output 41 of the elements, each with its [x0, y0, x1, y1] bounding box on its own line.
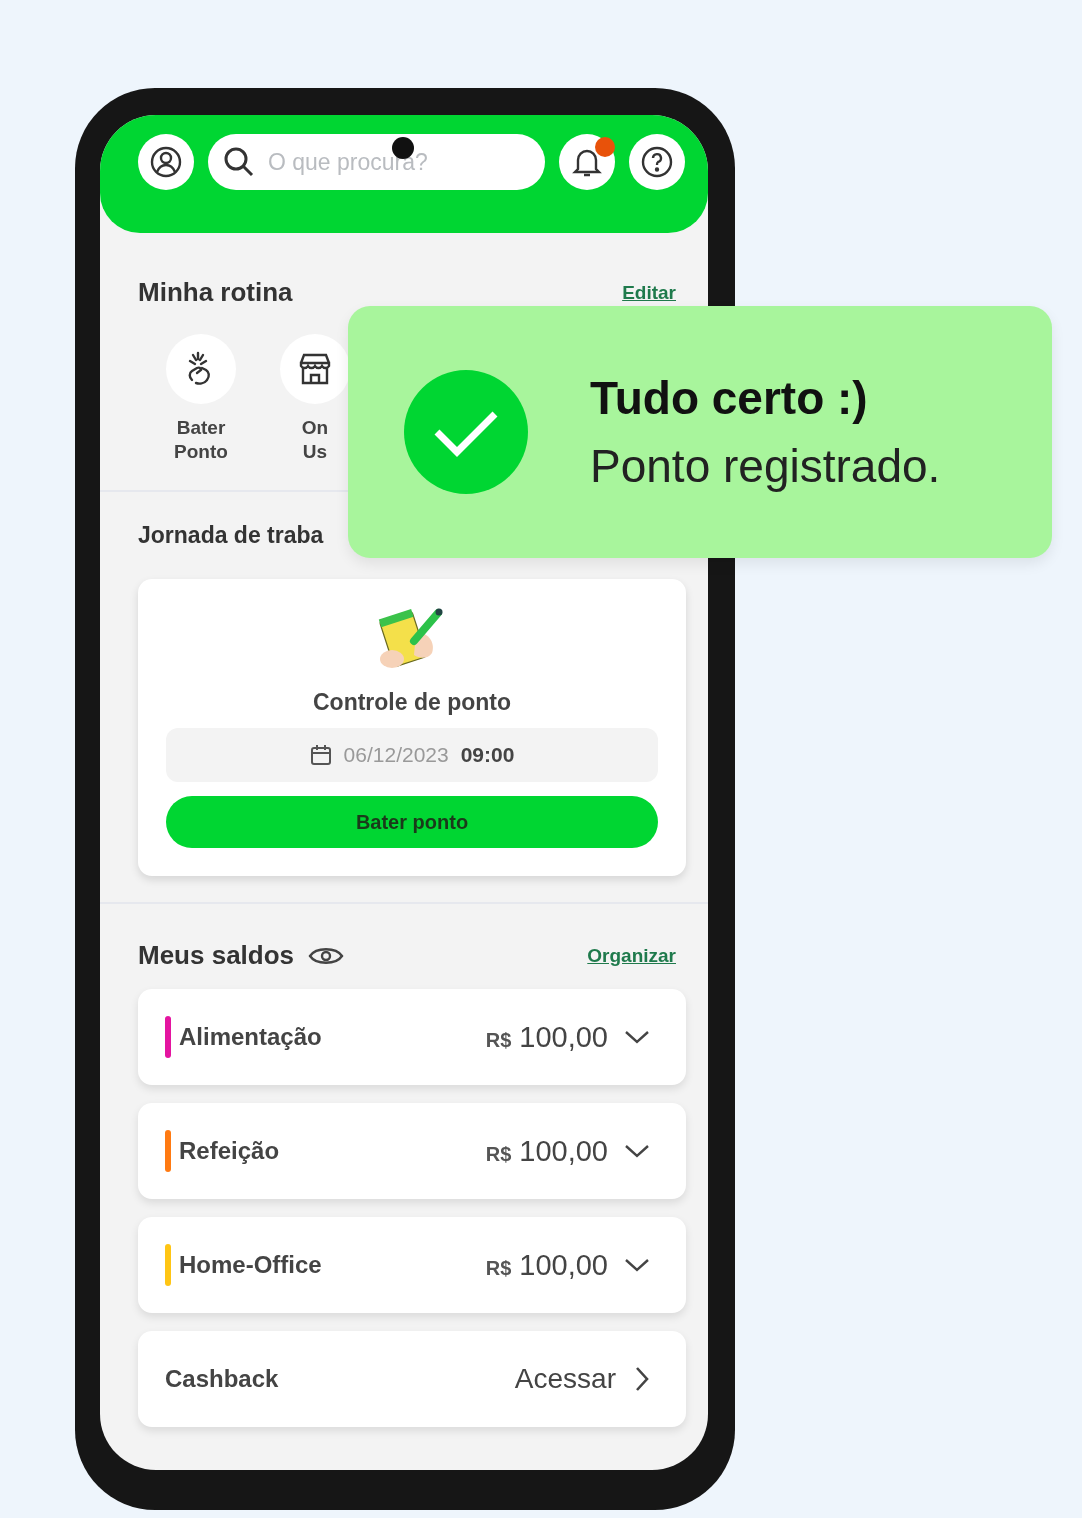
punch-clock-button[interactable]: Bater ponto	[166, 796, 658, 848]
balance-card[interactable]: Alimentação R$ 100,00	[138, 989, 686, 1085]
time-text: 09:00	[460, 743, 515, 767]
shortcut-label: Bater Ponto	[174, 416, 228, 464]
shortcut-label: On Us	[301, 416, 329, 464]
toast-title: Tudo certo :)	[590, 371, 869, 425]
section-title: Meus saldos	[138, 940, 295, 971]
calendar-icon	[309, 744, 332, 766]
chevron-down-icon	[624, 1143, 650, 1159]
toast-message: Ponto registrado.	[590, 439, 941, 493]
user-icon	[149, 145, 183, 179]
chevron-down-icon	[624, 1257, 650, 1273]
chevron-down-icon	[624, 1029, 650, 1045]
balance-name: Home-Office	[179, 1251, 323, 1279]
balance-card[interactable]: Home-Office R$ 100,00	[138, 1217, 686, 1313]
currency-symbol: R$	[485, 1256, 512, 1280]
section-title: Minha rotina	[138, 277, 293, 308]
cashback-label: Cashback	[165, 1365, 280, 1393]
help-icon	[640, 145, 674, 179]
notifications-button[interactable]	[559, 134, 615, 190]
section-title: Jornada de traba	[138, 522, 324, 549]
balance-amount: 100,00	[519, 1248, 608, 1282]
balance-amount: 100,00	[519, 1134, 608, 1168]
currency-symbol: R$	[485, 1028, 512, 1052]
cashback-card[interactable]: Cashback Acessar	[138, 1331, 686, 1427]
chevron-right-icon	[634, 1366, 650, 1392]
balance-amount: 100,00	[519, 1020, 608, 1054]
currency-symbol: R$	[485, 1142, 512, 1166]
date-text: 06/12/2023	[343, 743, 449, 767]
search-field[interactable]: O que procura?	[208, 134, 545, 190]
balance-card[interactable]: Refeição R$ 100,00	[138, 1103, 686, 1199]
edit-link[interactable]: Editar	[622, 281, 676, 304]
check-icon	[404, 370, 528, 494]
balance-name: Refeição	[179, 1137, 281, 1165]
card-title: Controle de ponto	[313, 689, 511, 716]
profile-button[interactable]	[138, 134, 194, 190]
store-icon	[297, 351, 333, 387]
organize-link[interactable]: Organizar	[587, 944, 676, 967]
balance-name: Alimentação	[179, 1023, 323, 1051]
access-link[interactable]: Acessar	[514, 1363, 616, 1395]
help-button[interactable]	[629, 134, 685, 190]
